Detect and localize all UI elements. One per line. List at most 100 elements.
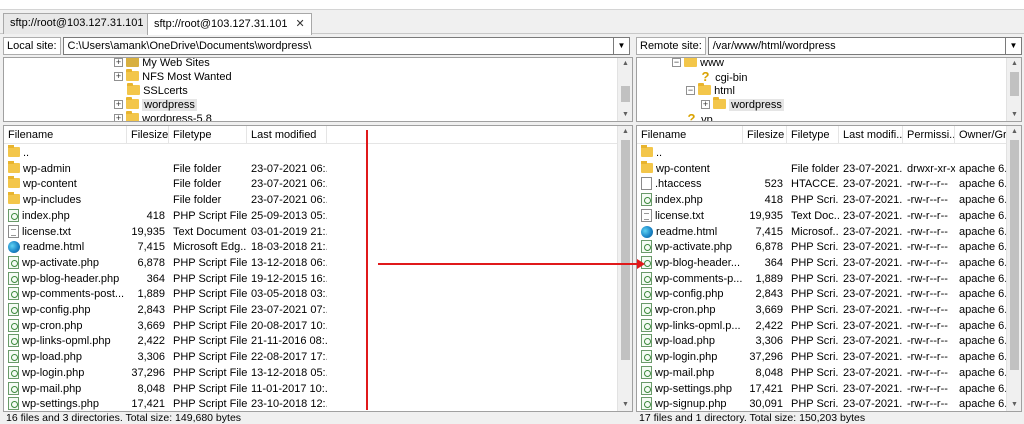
table-row[interactable]: wp-settings.php 17,421 PHP Scri... 23-07-20…	[637, 381, 1007, 397]
remote-path-input[interactable]: /var/www/html/wordpress	[707, 37, 1006, 55]
expand-icon[interactable]: +	[701, 100, 710, 109]
scroll-up-icon[interactable]: ▲	[618, 58, 632, 70]
remote-directory-tree: − www ? cgi-bin − html + wordpress ? vp …	[636, 57, 1022, 122]
table-row[interactable]: wp-login.php 37,296 PHP Script File 13-12-2…	[4, 365, 617, 381]
filename-cell: wp-blog-header...	[637, 255, 743, 271]
local-tree-scrollbar[interactable]: ▲ ▼	[617, 58, 632, 121]
expand-icon[interactable]: +	[114, 58, 123, 67]
table-row[interactable]: wp-blog-header.php 364 PHP Script File 19-1…	[4, 271, 617, 287]
tree-item-html[interactable]: − html	[686, 83, 735, 98]
table-row[interactable]: wp-signup.php 30,091 PHP Scri... 23-07-2021…	[637, 396, 1007, 411]
column-header-filename[interactable]: Filename	[637, 126, 743, 144]
table-row[interactable]: wp-activate.php 6,878 PHP Scri... 23-07-202…	[637, 239, 1007, 255]
table-row[interactable]: wp-links-opml.php 2,422 PHP Script File 21-…	[4, 333, 617, 349]
tree-item-nfs[interactable]: + NFS Most Wanted	[114, 69, 232, 84]
table-row[interactable]: wp-mail.php 8,048 PHP Script File 11-01-201…	[4, 381, 617, 397]
local-list-scrollbar[interactable]: ▲ ▼	[617, 126, 632, 411]
table-row[interactable]: readme.html 7,415 Microsof... 23-07-2021...…	[637, 224, 1007, 240]
table-row[interactable]: wp-config.php 2,843 PHP Scri... 23-07-2021.…	[637, 286, 1007, 302]
modified-cell: 22-08-2017 17:...	[247, 349, 327, 365]
table-row[interactable]: wp-comments-post... 1,889 PHP Script File 0…	[4, 286, 617, 302]
expand-icon[interactable]: +	[114, 114, 123, 121]
table-row[interactable]: wp-load.php 3,306 PHP Script File 22-08-201…	[4, 349, 617, 365]
scroll-up-icon[interactable]: ▲	[618, 126, 632, 138]
table-row[interactable]: license.txt 19,935 Text Doc... 23-07-2021..…	[637, 208, 1007, 224]
filename-cell: wp-load.php	[4, 349, 127, 365]
table-row[interactable]: index.php 418 PHP Scri... 23-07-2021... -rw-…	[637, 192, 1007, 208]
filename-cell-text: wp-load.php	[22, 351, 82, 364]
collapse-icon[interactable]: −	[686, 86, 695, 95]
scroll-up-icon[interactable]: ▲	[1007, 58, 1021, 70]
table-row[interactable]: index.php 418 PHP Script File 25-09-2013 05…	[4, 208, 617, 224]
table-row[interactable]: ..	[4, 145, 617, 161]
modified-cell-text: 13-12-2018 06:...	[251, 256, 327, 269]
column-header-permissions[interactable]: Permissi...	[903, 126, 955, 144]
scroll-down-icon[interactable]: ▼	[618, 109, 632, 121]
remote-tree-scrollbar[interactable]: ▲ ▼	[1006, 58, 1021, 121]
table-row[interactable]: .htaccess 523 HTACCE... 23-07-2021... -rw-r-…	[637, 176, 1007, 192]
table-row[interactable]: wp-includes File folder 23-07-2021 06:...	[4, 192, 617, 208]
table-row[interactable]: wp-load.php 3,306 PHP Scri... 23-07-2021...…	[637, 333, 1007, 349]
scroll-down-icon[interactable]: ▼	[1007, 109, 1021, 121]
table-row[interactable]: wp-config.php 2,843 PHP Script File 23-07-2…	[4, 302, 617, 318]
column-header-modified[interactable]: Last modifi...	[839, 126, 903, 144]
table-row[interactable]: wp-cron.php 3,669 PHP Script File 20-08-201…	[4, 318, 617, 334]
column-header-filetype[interactable]: Filetype	[169, 126, 247, 144]
chevron-down-icon[interactable]: ▼	[1006, 37, 1022, 55]
expand-icon[interactable]: +	[114, 100, 123, 109]
table-row[interactable]: wp-links-opml.p... 2,422 PHP Scri... 23-07-…	[637, 318, 1007, 334]
tab-session-2[interactable]: sftp://root@103.127.31.101 ✕	[147, 13, 312, 35]
table-row[interactable]: wp-admin File folder 23-07-2021 06:...	[4, 160, 617, 177]
filename-cell: readme.html	[637, 224, 743, 240]
column-header-filename[interactable]: Filename	[4, 126, 127, 144]
filetype-cell: PHP Script File	[169, 286, 247, 302]
php-file-icon	[641, 318, 652, 332]
expand-icon[interactable]: +	[114, 72, 123, 81]
tree-item-wordpress-58[interactable]: + wordpress-5.8	[114, 111, 212, 122]
collapse-icon[interactable]: −	[672, 58, 681, 67]
tree-item-label: www	[700, 57, 724, 69]
table-row[interactable]: wp-comments-p... 1,889 PHP Scri... 23-07-20…	[637, 271, 1007, 287]
close-icon[interactable]: ✕	[295, 17, 304, 30]
column-header-filetype[interactable]: Filetype	[787, 126, 839, 144]
scrollbar-thumb[interactable]	[1010, 72, 1019, 96]
local-path-input[interactable]: C:\Users\amank\OneDrive\Documents\wordpr…	[62, 37, 614, 55]
tree-item-label: wordpress-5.8	[142, 113, 212, 122]
table-row[interactable]: ..	[637, 145, 1006, 161]
modified-cell-text: 23-07-2021...	[843, 351, 903, 364]
tab-session-1[interactable]: sftp://root@103.127.31.101	[3, 13, 151, 34]
table-row[interactable]: license.txt 19,935 Text Document 03-01-2019…	[4, 224, 617, 240]
scrollbar-thumb[interactable]	[621, 86, 630, 102]
permissions-cell: -rw-r--r--	[903, 224, 955, 240]
scroll-up-icon[interactable]: ▲	[1007, 126, 1021, 138]
chevron-down-icon[interactable]: ▼	[614, 37, 630, 55]
table-row[interactable]: wp-settings.php 17,421 PHP Script File 23-1…	[4, 396, 617, 411]
modified-cell: 18-03-2018 21:...	[247, 239, 327, 255]
table-row[interactable]: wp-content File folder 23-07-2021... drwxr-…	[637, 160, 1007, 177]
scroll-down-icon[interactable]: ▼	[618, 399, 632, 411]
tree-item-wordpress[interactable]: + wordpress	[701, 97, 784, 112]
scroll-down-icon[interactable]: ▼	[1007, 399, 1021, 411]
filesize-cell: 418	[127, 208, 169, 224]
php-file-icon	[8, 255, 19, 269]
tree-item-vp[interactable]: ? vp	[685, 112, 713, 122]
table-row[interactable]: wp-mail.php 8,048 PHP Scri... 23-07-2021...…	[637, 365, 1007, 381]
tree-item-sslcerts[interactable]: SSLcerts	[127, 83, 188, 98]
table-row[interactable]: readme.html 7,415 Microsoft Edg... 18-03-20…	[4, 239, 617, 255]
tree-item-wordpress[interactable]: + wordpress	[114, 97, 197, 112]
column-header-filesize[interactable]: Filesize	[743, 126, 787, 144]
table-row[interactable]: wp-login.php 37,296 PHP Scri... 23-07-2021.…	[637, 349, 1007, 365]
tree-item-www[interactable]: − www	[672, 57, 724, 70]
table-row[interactable]: wp-blog-header... 364 PHP Scri... 23-07-202…	[637, 255, 1007, 271]
filesize-cell: 364	[743, 255, 787, 271]
column-header-owner[interactable]: Owner/Gr...	[955, 126, 1007, 144]
table-row[interactable]: wp-cron.php 3,669 PHP Scri... 23-07-2021...…	[637, 302, 1007, 318]
column-header-filesize[interactable]: Filesize	[127, 126, 169, 144]
table-row[interactable]: wp-content File folder 23-07-2021 06:...	[4, 176, 617, 192]
remote-list-scrollbar[interactable]: ▲ ▼	[1006, 126, 1021, 411]
tree-item-cgi-bin[interactable]: ? cgi-bin	[699, 70, 748, 85]
filename-cell-text: index.php	[22, 209, 70, 222]
scrollbar-thumb[interactable]	[1010, 140, 1019, 370]
scrollbar-thumb[interactable]	[621, 140, 630, 360]
column-header-modified[interactable]: Last modified	[247, 126, 327, 144]
